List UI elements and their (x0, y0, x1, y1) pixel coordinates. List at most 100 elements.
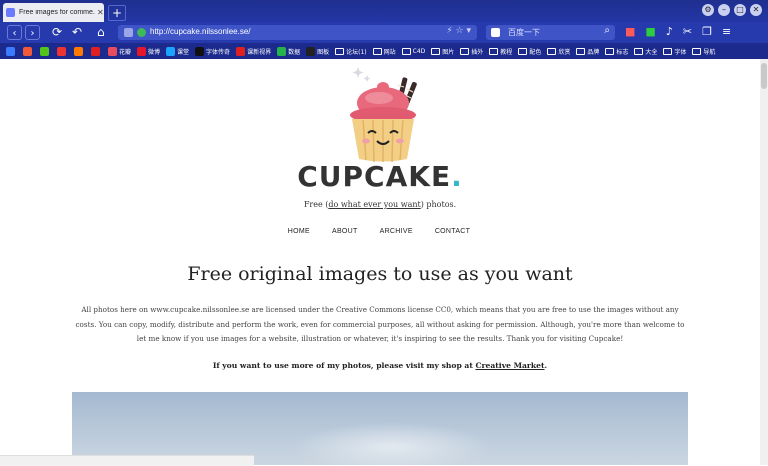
reload-icon[interactable]: ⟳ (52, 24, 62, 40)
bookmark-item[interactable] (40, 46, 51, 56)
tagline-link[interactable]: do what ever you want (328, 200, 420, 209)
bookmark-label: 教程 (500, 48, 513, 56)
bookmark-item[interactable]: 配色 (518, 47, 541, 56)
bookmark-label: 标志 (616, 48, 629, 56)
bookmark-item[interactable]: 插外 (460, 47, 483, 56)
forward-button[interactable]: › (25, 25, 40, 40)
bookmark-item[interactable]: 图片 (431, 47, 454, 56)
address-bar[interactable]: http://cupcake.nilssonlee.se/ ⚡ ☆ ▾ (118, 25, 477, 40)
bookmark-item[interactable] (57, 46, 68, 56)
right-toolbar: ■ ■ ♪ ✂ ❐ ≡ (625, 24, 731, 40)
status-bar (0, 455, 254, 466)
maximize-button[interactable]: □ (734, 4, 746, 16)
nav-home[interactable]: HOME (288, 228, 310, 235)
main-nav: HOME ABOUT ARCHIVE CONTACT (0, 228, 760, 235)
home-icon[interactable]: ⌂ (97, 24, 105, 40)
minimize-button[interactable]: – (718, 4, 730, 16)
bookmark-item[interactable] (6, 46, 17, 56)
scrollbar-thumb[interactable] (761, 63, 767, 89)
bookmark-label: 字体传奇 (206, 48, 231, 56)
page-headline: Free original images to use as you want (187, 263, 573, 285)
nav-about[interactable]: ABOUT (332, 228, 358, 235)
creative-market-link[interactable]: Creative Market (476, 361, 545, 370)
browser-tab[interactable]: Free images for comme... ✕ (3, 3, 104, 22)
bookmark-label: 欣赏 (558, 48, 571, 56)
bookmark-label: 课堂 (177, 48, 190, 56)
bookmark-item[interactable]: 大全 (634, 47, 657, 56)
tab-close-icon[interactable]: ✕ (97, 8, 104, 17)
bookmark-item[interactable]: 字体 (663, 47, 686, 56)
tab-title: Free images for comme... (19, 9, 95, 16)
bookmark-label: C4D (412, 47, 426, 55)
favicon-icon (6, 8, 15, 17)
window-controls: ⚙ – □ ✕ (702, 4, 762, 16)
shop-after: . (544, 361, 548, 370)
bookmark-item[interactable]: 教程 (489, 47, 512, 56)
bookmark-item[interactable] (91, 46, 102, 56)
bookmark-item[interactable] (23, 46, 34, 56)
site-favicon-icon (277, 46, 287, 56)
brand-dot: . (451, 160, 463, 193)
bookmark-item[interactable]: 品牌 (576, 47, 599, 56)
bookmark-label: 图板 (317, 48, 330, 56)
scissors-icon[interactable]: ✂ (683, 24, 692, 40)
bookmark-item[interactable]: 数据 (277, 46, 301, 56)
bookmark-item[interactable]: 字体传奇 (195, 46, 231, 56)
close-window-button[interactable]: ✕ (750, 4, 762, 16)
bookmark-label: 品牌 (587, 48, 600, 56)
site-favicon-icon (74, 46, 83, 56)
folder-icon (518, 47, 528, 55)
site-favicon-icon (6, 46, 15, 56)
folder-icon (401, 47, 411, 55)
extension-icon[interactable]: ■ (625, 24, 635, 40)
back-button[interactable]: ‹ (7, 25, 22, 40)
scrollbar[interactable] (760, 59, 768, 465)
search-box[interactable]: 百度一下 ⌕ (486, 25, 615, 40)
extension-green-icon[interactable]: ■ (645, 24, 655, 40)
bookmark-item[interactable] (74, 46, 85, 56)
site-favicon-icon (57, 46, 66, 56)
folder-icon (605, 47, 615, 55)
bookmark-label: 字体 (674, 48, 687, 56)
bookmark-item[interactable]: 网站 (372, 47, 396, 56)
bookmark-item[interactable]: 图板 (306, 46, 330, 56)
nav-contact[interactable]: CONTACT (435, 228, 470, 235)
undo-icon[interactable]: ↶ (72, 24, 82, 40)
site-favicon-icon (137, 46, 147, 56)
bookmark-label: 数据 (288, 48, 301, 56)
volume-icon[interactable]: ♪ (666, 24, 673, 40)
bookmark-label: 导航 (703, 48, 716, 56)
bookmark-item[interactable]: 微博 (137, 46, 160, 56)
settings-icon[interactable]: ⚙ (702, 4, 714, 16)
menu-icon[interactable]: ≡ (722, 24, 731, 40)
nav-archive[interactable]: ARCHIVE (380, 228, 413, 235)
bookmark-item[interactable]: C4D (401, 47, 426, 55)
bookmark-item[interactable]: 论坛(1) (335, 47, 367, 56)
folder-icon (372, 47, 382, 55)
bookmark-item[interactable]: 课新视界 (236, 46, 272, 56)
bookmark-label: 花瓣 (119, 48, 132, 56)
site-favicon-icon (166, 46, 176, 56)
bookmark-label: 课新视界 (247, 48, 272, 56)
site-favicon-icon (23, 46, 32, 56)
new-tab-button[interactable]: + (108, 5, 126, 21)
bookmark-item[interactable]: 导航 (692, 47, 715, 56)
search-icon[interactable]: ⌕ (604, 25, 610, 36)
url-text[interactable]: http://cupcake.nilssonlee.se/ (150, 27, 251, 36)
site-favicon-icon (236, 46, 246, 56)
window-icon[interactable]: ❐ (702, 24, 712, 40)
bookmark-item[interactable]: 花瓣 (108, 46, 132, 56)
bookmark-item[interactable]: 欣赏 (547, 47, 570, 56)
bookmark-item[interactable]: 课堂 (166, 46, 190, 56)
bookmark-label: 论坛(1) (346, 48, 367, 56)
search-engine-icon[interactable] (491, 28, 500, 37)
shop-text: If you want to use more of my photos, pl… (212, 361, 476, 370)
shop-line: If you want to use more of my photos, pl… (0, 361, 760, 370)
site-favicon-icon (91, 46, 100, 56)
search-input[interactable]: 百度一下 (508, 27, 540, 38)
site-brand[interactable]: CUPCAKE. (0, 160, 760, 193)
tagline-before: Free ( (303, 200, 329, 209)
bookmark-star-icon[interactable]: ⚡ ☆ ▾ (446, 26, 471, 36)
bookmark-label: 大全 (645, 48, 658, 56)
bookmark-item[interactable]: 标志 (605, 47, 628, 56)
